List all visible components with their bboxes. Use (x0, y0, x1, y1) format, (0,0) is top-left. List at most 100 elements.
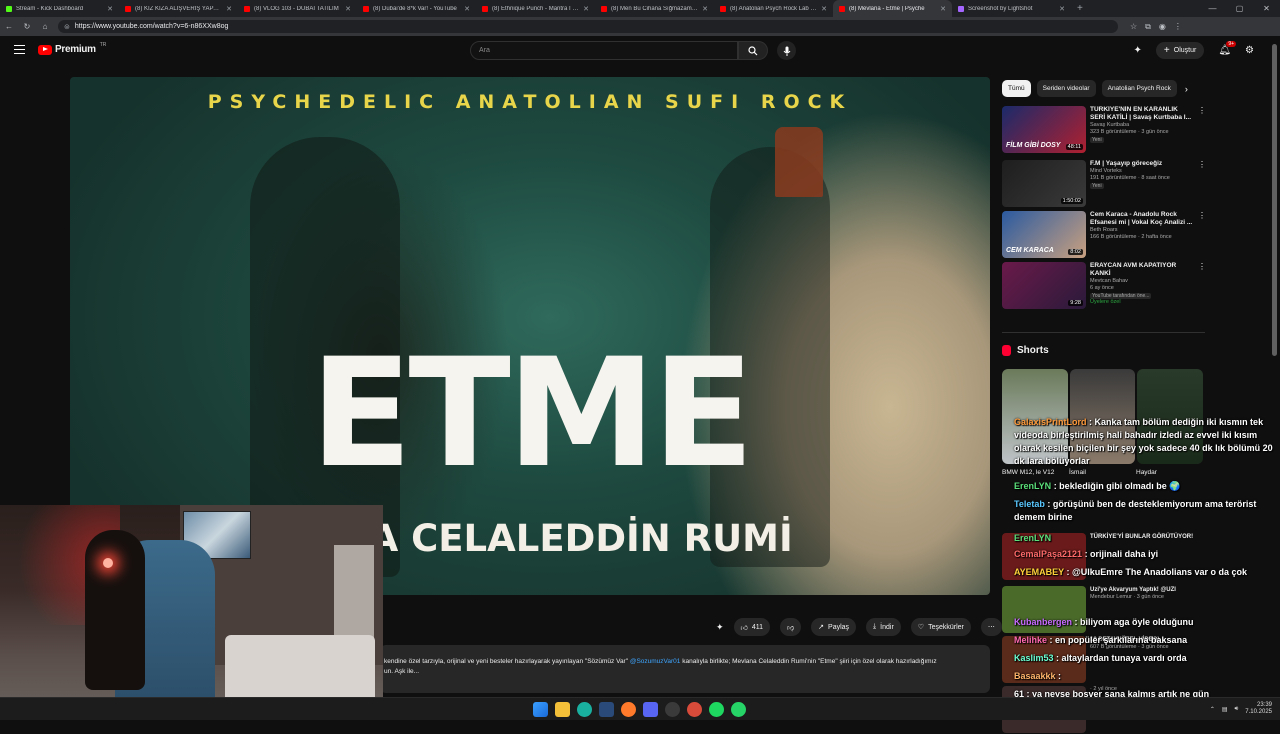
recommended-video[interactable]: 9:28 ERAYCAN AVM KAPATIYOR KANKİ Mevtcan B… (1002, 262, 1212, 310)
download-button[interactable]: ⤓ İndir (866, 618, 901, 636)
browser-tab[interactable]: (8) Anatolian Psych Rock Lab - Yo ✕ (714, 0, 833, 17)
close-window-icon[interactable]: ✕ (1253, 0, 1280, 17)
browser-tab[interactable]: (8) VLOG 103 - DUBAİ TATİLİM ✕ (238, 0, 357, 17)
network-icon[interactable]: ▤ (1222, 706, 1228, 713)
channel-name[interactable]: Beth Roars (1090, 227, 1194, 234)
bookmark-star-icon[interactable]: ☆ (1130, 22, 1137, 32)
more-vertical-icon[interactable]: ⋮ (1198, 262, 1206, 271)
webcam-overlay (0, 505, 383, 720)
browser-tab[interactable]: (8) Ethnique Punch - Mantra I Bal ✕ (476, 0, 595, 17)
browser-tab[interactable]: Screenshot by Lightshot ✕ (952, 0, 1071, 17)
more-vertical-icon[interactable]: ⋮ (1198, 106, 1206, 115)
tray-chevron-icon[interactable]: ⌃ (1210, 706, 1215, 713)
browser-menu-icon[interactable]: ⋮ (1174, 22, 1182, 32)
volume-icon[interactable]: 🔊︎ (1235, 706, 1239, 713)
back-icon[interactable]: ← (0, 22, 18, 31)
create-button[interactable]: + Oluştur (1155, 42, 1205, 59)
tab-close-icon[interactable]: ✕ (226, 5, 232, 13)
scrollbar-thumb[interactable] (1272, 44, 1277, 356)
browser-tab[interactable]: Stream - Kick Dashboard ✕ (0, 0, 119, 17)
maximize-icon[interactable]: ▢ (1226, 0, 1253, 17)
search-button[interactable] (738, 41, 768, 60)
tab-close-icon[interactable]: ✕ (1059, 5, 1065, 13)
firefox-icon[interactable] (621, 702, 636, 717)
page-scrollbar[interactable] (1272, 40, 1277, 690)
video-description[interactable]: kendine özel tarzıyla, orijinal ve yeni … (380, 645, 990, 693)
tab-close-icon[interactable]: ✕ (821, 5, 827, 13)
video-thumbnail[interactable]: 9:28 (1002, 262, 1086, 309)
video-title[interactable]: Cem Karaca - Anadolu Rock Efsanesi mi | … (1090, 211, 1194, 227)
filter-chip[interactable]: Tümü (1002, 80, 1031, 97)
sparkle-icon[interactable]: ✦ (716, 622, 724, 633)
tab-favicon-icon (363, 5, 369, 12)
edge-browser-icon[interactable] (577, 702, 592, 717)
video-duration: 1:50:02 (1060, 198, 1083, 204)
filter-chip[interactable]: Anatolian Psych Rock (1101, 80, 1177, 97)
video-title[interactable]: F.M | Yaşayıp göreceğiz (1090, 160, 1194, 168)
steam-icon[interactable] (599, 702, 614, 717)
windows-start-icon[interactable] (533, 702, 548, 717)
chevron-right-icon[interactable]: › (1185, 84, 1188, 94)
browser-tab[interactable]: (8) Men Bu Cihana Sığmazam | Pi ✕ (595, 0, 714, 17)
file-explorer-icon[interactable] (555, 702, 570, 717)
browser-tab[interactable]: (8) Mevlana - Etme | Psyche ✕ (833, 0, 952, 17)
channel-name[interactable]: Mind Vorteks (1090, 168, 1194, 175)
recommended-video[interactable]: FİLM GİBİ DOSY 48:11 TÜRKİYE'NİN EN KARANL… (1002, 106, 1212, 154)
tab-close-icon[interactable]: ✕ (345, 5, 351, 13)
youtube-premium-logo[interactable]: Premium TR (38, 42, 106, 55)
tab-title: (8) VLOG 103 - DUBAİ TATİLİM (254, 5, 339, 12)
tab-close-icon[interactable]: ✕ (464, 5, 470, 13)
video-thumbnail[interactable]: CEM KARACA 8:02 (1002, 211, 1086, 258)
video-thumbnail[interactable]: 1:50:02 (1002, 160, 1086, 207)
more-vertical-icon[interactable]: ⋮ (1198, 211, 1206, 220)
recommended-video[interactable]: 1:50:02 F.M | Yaşayıp göreceğiz Mind Vorte… (1002, 160, 1212, 208)
tab-close-icon[interactable]: ✕ (940, 5, 946, 13)
channel-name[interactable]: Mevtcan Bahav (1090, 278, 1194, 285)
browser-tab[interactable]: (8) KIZ KIZA ALIŞVERİŞ YAPALIM ✕ (119, 0, 238, 17)
tab-close-icon[interactable]: ✕ (702, 5, 708, 13)
voice-search-button[interactable] (777, 41, 796, 60)
filter-chip[interactable]: Seriden videolar (1036, 80, 1096, 97)
video-title[interactable]: TÜRKİYE'NİN EN KARANLIK SERİ KATİLİ | Sa… (1090, 106, 1194, 122)
spotify-icon[interactable] (709, 702, 724, 717)
address-bar[interactable]: ⊜ https://www.youtube.com/watch?v=6-n86X… (58, 20, 1118, 33)
thanks-button[interactable]: ♡ Teşekkürler (910, 618, 971, 636)
browser-tab[interactable]: (8) Dubai'de 8*k Var! - YouTube ✕ (357, 0, 476, 17)
extension-icon[interactable]: ⧉ (1145, 22, 1151, 32)
description-text-b: kanalıyla birlikte; Mevlana Celaleddin R… (682, 658, 937, 665)
video-thumbnail[interactable]: FİLM GİBİ DOSY 48:11 (1002, 106, 1086, 153)
new-tab-icon[interactable]: + (1071, 3, 1089, 14)
tab-close-icon[interactable]: ✕ (583, 5, 589, 13)
chrome-icon[interactable] (687, 702, 702, 717)
whatsapp-icon[interactable] (731, 702, 746, 717)
chat-username: AYEMABEY (1014, 567, 1065, 577)
obs-icon[interactable] (665, 702, 680, 717)
more-actions-button[interactable]: ⋯ (980, 618, 1002, 636)
tab-close-icon[interactable]: ✕ (107, 5, 113, 13)
search-input[interactable]: Ara (470, 41, 738, 60)
site-info-icon[interactable]: ⊜ (64, 23, 70, 31)
video-title[interactable]: ERAYCAN AVM KAPATIYOR KANKİ (1090, 262, 1194, 278)
plus-icon: + (1163, 45, 1170, 56)
channel-name[interactable]: Savaş Kurtbaba (1090, 122, 1194, 129)
notifications-button[interactable]: 🔔︎ 9+ (1218, 41, 1237, 56)
account-avatar[interactable]: ⚙ (1245, 45, 1254, 56)
profile-icon[interactable]: ◉ (1159, 22, 1166, 32)
more-vertical-icon[interactable]: ⋮ (1198, 160, 1206, 169)
system-clock[interactable]: 23:39 7.10.2025 (1245, 702, 1272, 716)
hamburger-menu-icon[interactable] (14, 45, 25, 54)
dislike-button[interactable]: 👎︎ (780, 618, 802, 636)
share-button[interactable]: ↗ Paylaş (811, 618, 857, 636)
thumbnail-text: FİLM GİBİ DOSY (1006, 142, 1061, 149)
webcam-sofa (225, 635, 375, 705)
thumbnail-text: CEM KARACA (1006, 247, 1054, 254)
channel-mention-link[interactable]: @SozumuzVar01 (630, 658, 681, 665)
like-button[interactable]: 👍︎ 411 (733, 618, 771, 636)
recommended-video[interactable]: CEM KARACA 8:02 Cem Karaca - Anadolu Rock … (1002, 211, 1212, 259)
discord-icon[interactable] (643, 702, 658, 717)
cast-icon[interactable]: ✦ (1134, 45, 1142, 56)
minimize-icon[interactable]: — (1199, 0, 1226, 17)
home-icon[interactable]: ⌂ (36, 22, 54, 31)
thanks-label: Teşekkürler (928, 623, 964, 631)
reload-icon[interactable]: ↻ (18, 22, 36, 31)
